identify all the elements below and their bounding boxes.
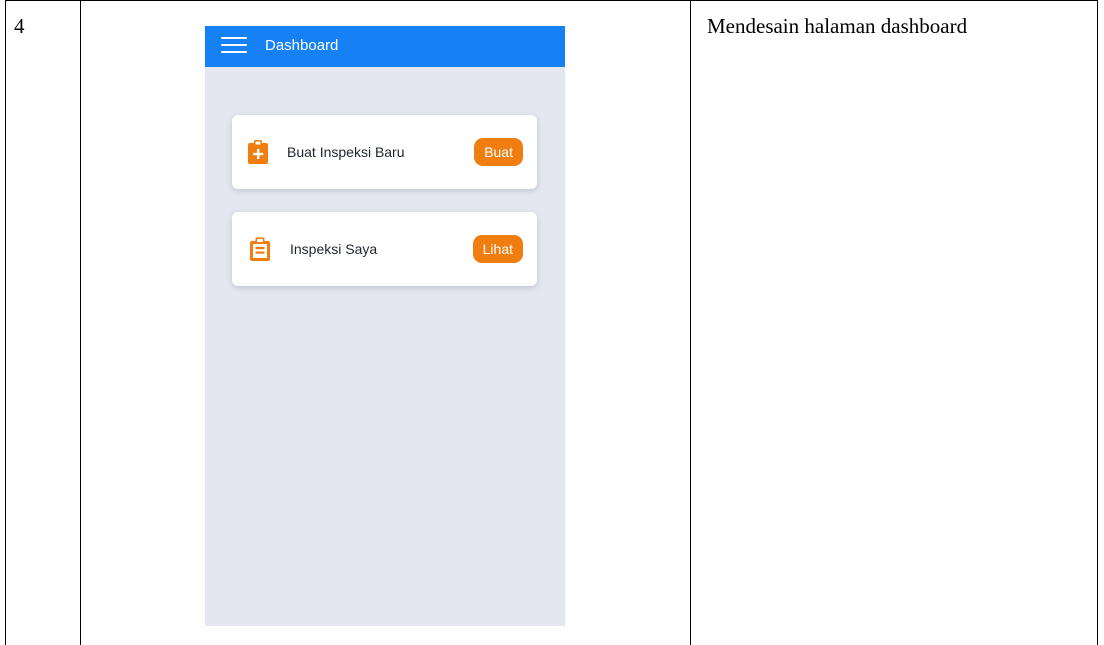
clipboard-plus-icon <box>248 140 268 164</box>
create-button[interactable]: Buat <box>474 138 523 166</box>
hamburger-menu-icon[interactable] <box>221 36 247 56</box>
card-my-inspections[interactable]: Inspeksi Saya Lihat <box>232 212 537 286</box>
card-label: Buat Inspeksi Baru <box>287 144 405 160</box>
row-number: 4 <box>14 14 25 38</box>
table-column-divider <box>80 0 81 645</box>
card-label: Inspeksi Saya <box>290 241 378 257</box>
clipboard-list-icon <box>250 237 270 261</box>
card-new-inspection[interactable]: Buat Inspeksi Baru Buat <box>232 115 537 189</box>
view-button[interactable]: Lihat <box>472 235 523 263</box>
app-bar: Dashboard <box>205 26 565 67</box>
row-description: Mendesain halaman dashboard <box>707 14 968 38</box>
app-bar-title: Dashboard <box>265 37 339 54</box>
phone-mockup: Dashboard Buat Inspeksi Baru Buat Inspek… <box>205 26 565 626</box>
table-column-divider <box>690 0 691 645</box>
